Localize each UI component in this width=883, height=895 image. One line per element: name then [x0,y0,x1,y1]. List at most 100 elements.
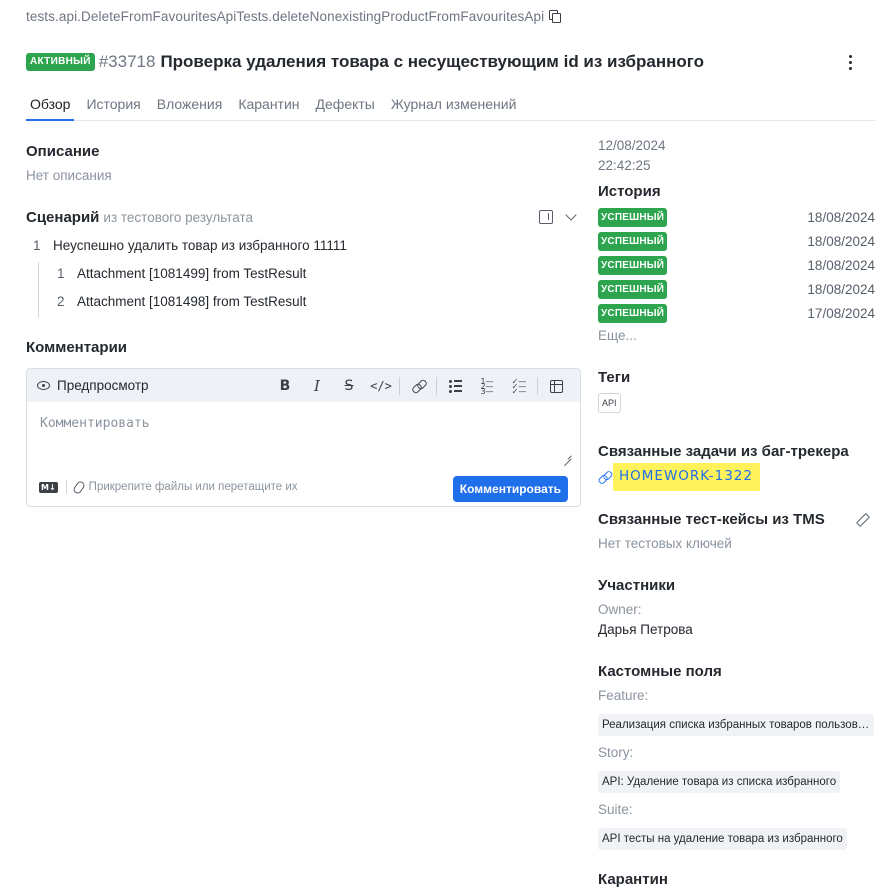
paperclip-icon[interactable] [71,479,86,495]
status-badge[interactable]: УСПЕШНЫЙ [598,231,668,251]
tab-changelog[interactable]: Журнал изменений [391,90,517,121]
table-icon [549,379,563,393]
test-id: #33718 [98,52,156,71]
owner-label: Owner: [598,602,642,617]
feature-label: Feature: [598,688,649,703]
history-date: 18/08/2024 [807,257,875,273]
comment-editor: Предпросмотр B I S </> 1—2—3— ✓—✓—✓— M↓ [26,368,581,507]
tab-history[interactable]: История [86,90,140,121]
preview-label: Предпросмотр [57,378,149,393]
comment-input[interactable] [27,402,580,462]
suite-value[interactable]: API тесты на удаление товара из избранно… [598,828,847,850]
story-label: Story: [598,745,634,760]
issue-link[interactable]: HOMEWORK-1322 [598,463,760,491]
history-date: 18/08/2024 [807,209,875,225]
toolbar-divider [537,376,538,395]
copy-icon[interactable] [549,10,562,23]
substep-text: Attachment [1081498] from TestResult [77,294,307,309]
step-text: Неуспешно удалить товар из избранного 11… [53,238,347,253]
resize-handle-icon[interactable] [562,449,572,459]
quarantine-heading: Карантин [598,871,668,888]
tab-quarantine[interactable]: Карантин [238,90,299,121]
tab-defects[interactable]: Дефекты [316,90,375,121]
strikethrough-button[interactable]: S [333,378,365,394]
scenario-title: Сценарий [26,209,100,226]
scenario-subtitle: из тестового результата [103,210,253,225]
bold-button[interactable]: B [269,378,301,394]
status-badge[interactable]: УСПЕШНЫЙ [598,303,668,323]
pencil-icon[interactable] [854,512,869,527]
scenario-actions [539,209,577,224]
scenario-heading: Сценарий из тестового результата [26,209,253,226]
status-badge[interactable]: УСПЕШНЫЙ [598,255,668,275]
created-time: 22:42:25 [598,158,651,173]
checklist-button[interactable]: ✓— ✓— ✓— [503,377,535,395]
chevron-down-icon[interactable] [565,209,577,221]
history-heading: История [598,183,661,200]
tab-overview[interactable]: Обзор [26,90,75,121]
link-icon [412,380,425,393]
link-icon [598,471,610,483]
substep-rail [38,262,39,318]
toolbar-divider [399,376,400,395]
editor-footer: M↓ Прикрепите файлы или перетащите их Ко… [27,472,580,502]
format-tools: B I S </> 1— 2— 3— ✓— ✓— ✓— [269,369,572,402]
status-badge: АКТИВНЫЙ [26,53,95,71]
suite-label: Suite: [598,802,633,817]
test-path-text: tests.api.DeleteFromFavouritesApiTests.d… [26,9,545,24]
scenario-substep[interactable]: 2 Attachment [1081498] from TestResult [57,294,306,309]
test-full-path: tests.api.DeleteFromFavouritesApiTests.d… [26,9,562,24]
title-row: АКТИВНЫЙ #33718 Проверка удаления товара… [26,50,873,74]
tms-empty: Нет тестовых ключей [598,536,732,551]
participants-heading: Участники [598,577,676,594]
history-date: 17/08/2024 [807,305,875,321]
issues-heading: Связанные задачи из баг-трекера [598,443,849,460]
more-actions-icon[interactable] [845,52,855,72]
description-empty: Нет описания [26,168,112,183]
italic-button[interactable]: I [301,377,333,395]
comments-heading: Комментарии [26,339,128,356]
history-row: УСПЕШНЫЙ 18/08/2024 [598,207,875,227]
tab-attachments[interactable]: Вложения [157,90,223,121]
page-title: Проверка удаления товара с несуществующи… [160,52,705,71]
eye-icon [37,381,50,390]
history-date: 18/08/2024 [807,233,875,249]
feature-value[interactable]: Реализация списка избранных товаров поль… [598,714,874,736]
tab-bar: Обзор История Вложения Карантин Дефекты … [26,90,875,121]
bullet-list-button[interactable] [439,377,471,394]
description-heading: Описание [26,143,100,160]
tag-chip[interactable]: API [598,393,621,413]
step-number: 1 [33,238,41,253]
scenario-substep[interactable]: 1 Attachment [1081499] from TestResult [57,266,306,281]
scenario-step[interactable]: 1 Неуспешно удалить товар из избранного … [33,238,347,253]
toolbar-divider [436,376,437,395]
owner-name: Дарья Петрова [598,622,693,637]
status-badge[interactable]: УСПЕШНЫЙ [598,207,668,227]
history-row: УСПЕШНЫЙ 17/08/2024 [598,303,875,323]
footer-divider [65,480,67,494]
numbered-list-icon: 1— 2— 3— [480,376,494,396]
story-value[interactable]: API: Удаление товара из списка избранног… [598,771,841,793]
link-button[interactable] [402,377,434,394]
issue-key[interactable]: HOMEWORK-1322 [613,463,760,491]
custom-fields-heading: Кастомные поля [598,663,722,680]
history-row: УСПЕШНЫЙ 18/08/2024 [598,231,875,251]
markdown-icon: M↓ [39,481,58,493]
numbered-list-button[interactable]: 1— 2— 3— [471,376,503,396]
substep-number: 2 [57,294,65,309]
created-date: 12/08/2024 [598,138,666,153]
tms-heading: Связанные тест-кейсы из TMS [598,511,825,528]
table-button[interactable] [540,377,572,394]
toggle-view-icon[interactable] [539,210,553,224]
history-row: УСПЕШНЫЙ 18/08/2024 [598,279,875,299]
preview-toggle[interactable]: Предпросмотр [37,378,149,393]
attach-hint[interactable]: Прикрепите файлы или перетащите их [89,481,298,493]
history-row: УСПЕШНЫЙ 18/08/2024 [598,255,875,275]
code-button[interactable]: </> [365,379,397,393]
tags-heading: Теги [598,369,631,386]
status-badge[interactable]: УСПЕШНЫЙ [598,279,668,299]
submit-comment-button[interactable]: Комментировать [452,476,568,502]
editor-toolbar: Предпросмотр B I S </> 1— 2— 3— ✓— ✓— ✓— [27,369,580,402]
history-date: 18/08/2024 [807,281,875,297]
history-more-link[interactable]: Еще... [598,328,637,343]
